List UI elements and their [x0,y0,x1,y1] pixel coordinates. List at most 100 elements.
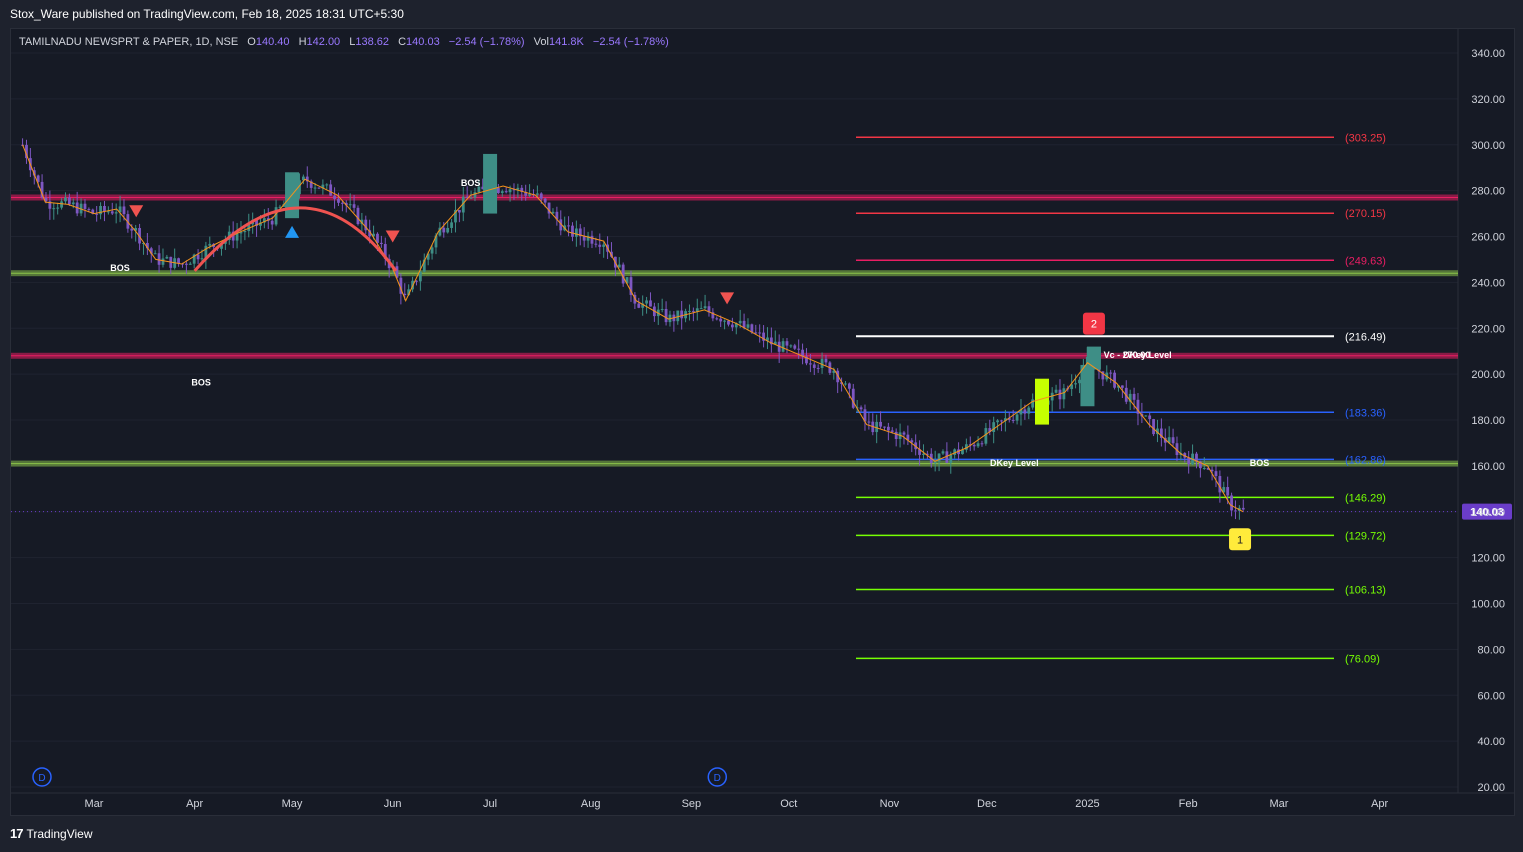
candle-body [1226,487,1230,496]
footer-bar [0,816,1523,852]
volume-change-value: −2.54 (−1.78%) [592,36,669,48]
candle-body [727,320,730,325]
candle-body [103,205,106,212]
highlight-candle [1080,364,1095,407]
candle-body [95,213,99,215]
buy-signal-icon [285,225,300,238]
candle-body [933,461,937,464]
candle-body [333,195,336,199]
candle-body [851,388,855,408]
candle-body [1214,471,1218,477]
volume-label: Vol [533,36,549,48]
candle-body [1000,420,1003,422]
candle-body [71,202,75,205]
candle-body [844,383,847,385]
candle-body [473,192,477,198]
candle-body [949,454,953,463]
candle-body [83,203,87,209]
open-value: 140.40 [255,36,290,48]
candle-body [703,306,707,309]
candle-body [1109,372,1113,374]
candle-body [1171,437,1175,444]
time-axis-tick: Jul [483,798,497,810]
price-axis-tick: 80.00 [1477,644,1505,656]
candle-body [317,187,321,189]
symbol-title[interactable]: TAMILNADU NEWSPRT & PAPER, 1D, NSE [19,36,238,48]
price-chart[interactable]: (303.25) (270.15) (249.63) (216.49) (183.36)… [11,29,1515,816]
fib-level-label: (303.25) [1345,132,1386,144]
open-label: O [247,36,256,48]
candle-body [516,187,520,190]
chart-annotation: BOS [191,378,211,388]
price-axis-tick: 340.00 [1471,48,1505,60]
chart-pane[interactable]: (303.25) (270.15) (249.63) (216.49) (183.36)… [10,28,1515,816]
candle-body [1113,372,1116,388]
volume-value: 141.8K [548,36,584,48]
price-axis-tick: 260.00 [1471,232,1505,244]
highlight-candle [1035,378,1049,425]
price-axis-tick: 300.00 [1471,140,1505,152]
candle-body [598,244,602,247]
fib-level-label: (162.86) [1345,454,1386,466]
price-axis-tick: 220.00 [1471,323,1505,335]
candle-body [590,235,594,244]
candle-body [1054,389,1058,393]
time-axis-tick: Dec [977,798,997,810]
candle-body [208,243,212,246]
tradingview-logo[interactable]: 17 TradingView [10,826,93,841]
candle-body [337,198,340,203]
price-axis-tick: 240.00 [1471,277,1505,289]
fib-level-label: (106.13) [1345,584,1386,596]
high-value: 142.00 [306,36,341,48]
tradingview-brand-name: TradingView [26,826,93,841]
candle-body [1011,419,1015,421]
candle-body [980,443,984,445]
publish-header: Stox_Ware published on TradingView.com, … [0,0,1523,28]
candle-body [688,310,691,312]
candle-body [418,271,422,282]
time-axis-tick: Feb [1179,798,1198,810]
candle-body [196,254,200,260]
fib-level-label: (270.15) [1345,208,1386,220]
candle-body [56,207,60,209]
candle-body [535,193,539,195]
candle-body [719,318,723,322]
tradingview-logo-icon: 17 [10,826,24,841]
candle-body [528,194,531,196]
candle-body [450,222,453,228]
candle-body [1120,385,1124,388]
close-label: C [398,36,407,48]
candle-body [922,453,925,455]
candle-body [1132,393,1136,400]
dividend-icon-label: D [714,773,721,784]
candle-body [200,258,204,260]
candle-body [52,208,56,210]
candle-body [816,367,820,369]
candle-body [64,197,67,202]
price-axis-tick: 20.00 [1477,782,1505,794]
candle-body [730,324,734,328]
candle-body [894,431,898,440]
candle-body [235,233,239,241]
candle-body [699,308,703,310]
candle-body [504,191,508,193]
candle-body [723,320,726,322]
candle-body [992,422,996,433]
price-axis-tick: 60.00 [1477,690,1505,702]
fib-level-label: (76.09) [1345,653,1380,665]
candle-body [157,253,161,265]
candle-body [793,345,797,349]
candle-body [496,188,500,194]
candle-body [567,225,570,227]
candle-body [664,308,668,323]
candle-body [325,184,329,186]
price-axis-tick: 120.00 [1471,553,1505,565]
candle-body [1241,507,1245,510]
candle-body [165,256,169,259]
candle-body [106,211,110,213]
candle-body [430,247,434,254]
candle-body [859,407,863,410]
candle-body [715,318,719,320]
candle-body [352,204,356,208]
chart-annotation: BOS [110,263,130,273]
